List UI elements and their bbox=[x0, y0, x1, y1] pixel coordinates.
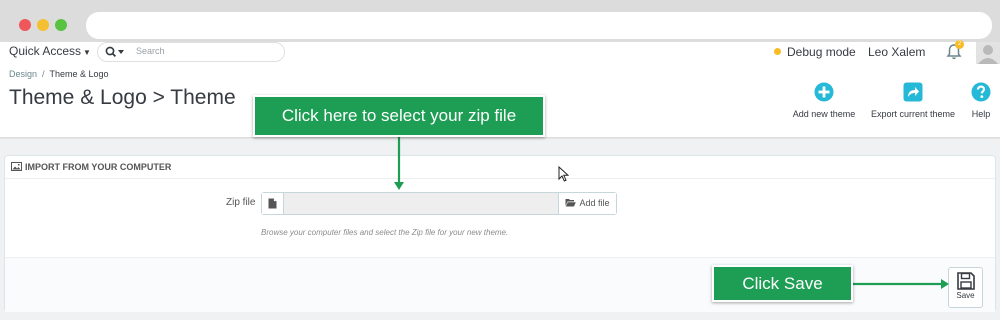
help-button[interactable]: Help bbox=[968, 82, 994, 119]
zip-file-input[interactable]: Add file bbox=[261, 192, 617, 215]
browser-chrome bbox=[0, 0, 1000, 42]
quick-access-menu[interactable]: Quick Access ▼ bbox=[9, 44, 91, 58]
search-input[interactable]: Search bbox=[136, 46, 165, 56]
mouse-pointer-icon bbox=[558, 166, 569, 182]
picture-icon bbox=[11, 162, 22, 171]
debug-mode-link[interactable]: Debug mode bbox=[774, 45, 856, 59]
add-new-theme-button[interactable]: Add new theme bbox=[790, 82, 858, 119]
breadcrumb: Design / Theme & Logo bbox=[9, 69, 109, 79]
breadcrumb-separator: / bbox=[42, 69, 45, 79]
address-bar[interactable] bbox=[86, 12, 992, 39]
add-file-button[interactable]: Add file bbox=[558, 193, 616, 214]
save-button[interactable]: Save bbox=[948, 267, 983, 308]
user-name[interactable]: Leo Xalem bbox=[868, 45, 925, 59]
avatar[interactable] bbox=[976, 42, 1000, 64]
add-file-label: Add file bbox=[579, 198, 610, 208]
debug-status-dot bbox=[774, 48, 781, 55]
zip-help-text: Browse your computer files and select th… bbox=[261, 228, 509, 237]
export-current-theme-label: Export current theme bbox=[870, 109, 956, 119]
folder-open-icon bbox=[565, 199, 577, 207]
add-new-theme-label: Add new theme bbox=[792, 109, 856, 119]
window-close-dot[interactable] bbox=[19, 19, 31, 31]
debug-mode-label: Debug mode bbox=[787, 45, 856, 59]
breadcrumb-design[interactable]: Design bbox=[9, 69, 37, 79]
notification-badge: 2 bbox=[955, 40, 964, 49]
breadcrumb-current: Theme & Logo bbox=[49, 69, 109, 79]
panel-heading-label: IMPORT FROM YOUR COMPUTER bbox=[25, 162, 172, 172]
panel-heading: IMPORT FROM YOUR COMPUTER bbox=[5, 156, 995, 179]
question-circle-icon bbox=[971, 82, 991, 102]
window-maximize-dot[interactable] bbox=[55, 19, 67, 31]
caret-down-icon: ▼ bbox=[83, 48, 91, 57]
page-title: Theme & Logo > Theme bbox=[9, 86, 236, 109]
save-label: Save bbox=[956, 291, 975, 300]
window-minimize-dot[interactable] bbox=[37, 19, 49, 31]
file-icon-addon bbox=[262, 193, 284, 214]
share-icon bbox=[903, 82, 923, 102]
plus-circle-icon bbox=[814, 82, 834, 102]
export-current-theme-button[interactable]: Export current theme bbox=[866, 82, 960, 119]
search-icon[interactable] bbox=[105, 45, 127, 59]
zip-file-label: Zip file bbox=[226, 197, 256, 208]
save-callout-label: Click Save bbox=[712, 265, 853, 302]
admin-topbar: Quick Access ▼ Search Debug mode Leo Xale… bbox=[0, 40, 1000, 64]
file-icon bbox=[268, 198, 277, 209]
zip-callout-label: Click here to select your zip file bbox=[253, 95, 545, 137]
help-label: Help bbox=[971, 109, 991, 119]
search-field[interactable]: Search bbox=[97, 42, 285, 62]
quick-access-label: Quick Access bbox=[9, 44, 82, 58]
floppy-disk-icon bbox=[956, 272, 975, 290]
